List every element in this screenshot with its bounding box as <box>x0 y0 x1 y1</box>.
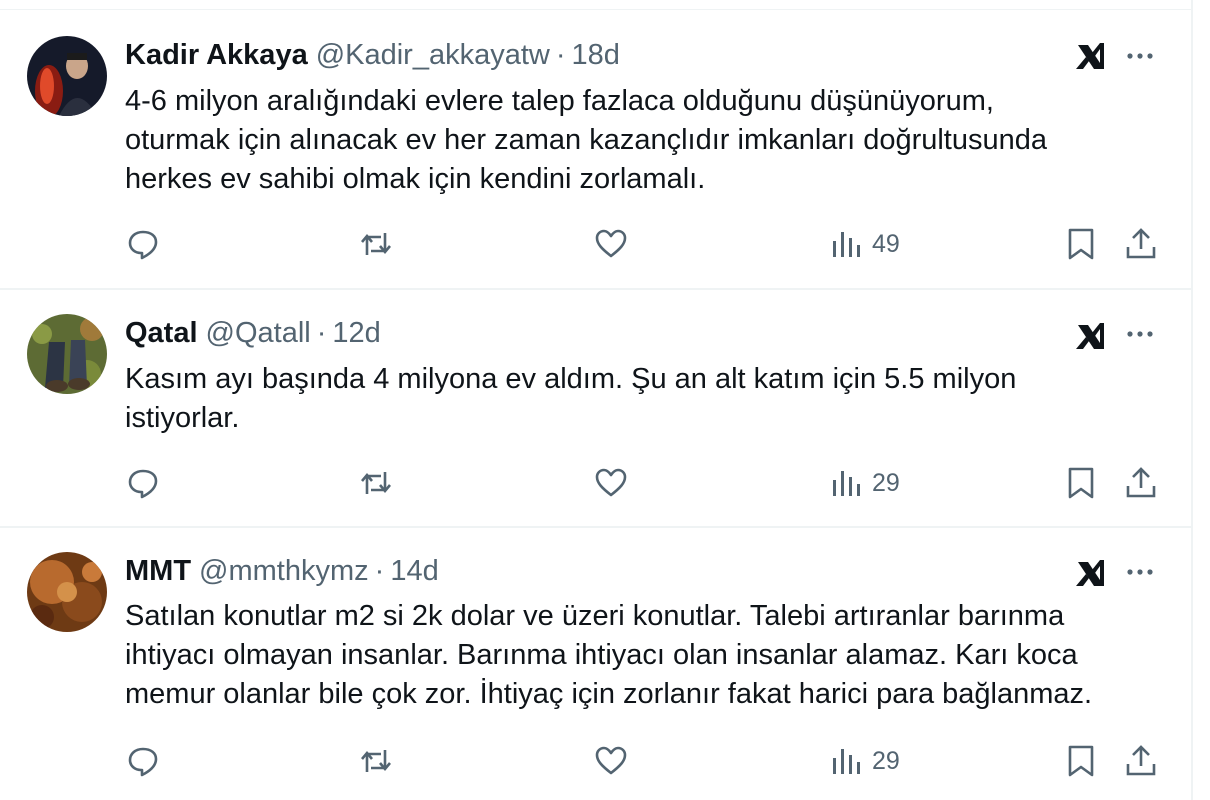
tweet[interactable]: Kadir Akkaya @Kadir_akkayatw · 18d 4-6 m… <box>0 10 1191 290</box>
author-handle[interactable]: @mmthkymz <box>199 555 369 588</box>
author-handle[interactable]: @Kadir_akkayatw <box>316 39 550 72</box>
top-divider <box>0 0 1191 10</box>
bookmark-icon <box>1064 466 1098 500</box>
share-icon <box>1124 466 1158 500</box>
reply-icon <box>126 744 160 778</box>
views-count: 49 <box>872 229 900 258</box>
author-handle[interactable]: @Qatall <box>206 317 311 350</box>
views-count: 29 <box>872 746 900 775</box>
repost-button[interactable] <box>359 741 393 781</box>
repost-button[interactable] <box>359 463 393 503</box>
reply-button[interactable] <box>126 463 160 503</box>
bookmark-icon <box>1064 227 1098 261</box>
grok-icon[interactable] <box>1074 319 1108 353</box>
reply-button[interactable] <box>126 741 160 781</box>
author-name[interactable]: Kadir Akkaya <box>125 39 308 72</box>
share-button[interactable] <box>1124 741 1158 781</box>
grok-icon[interactable] <box>1074 556 1108 590</box>
repost-button[interactable] <box>359 224 393 264</box>
like-icon <box>594 466 628 500</box>
more-icon[interactable] <box>1123 555 1157 589</box>
timeline: Kadir Akkaya @Kadir_akkayatw · 18d 4-6 m… <box>0 0 1193 800</box>
grok-icon[interactable] <box>1074 39 1108 73</box>
separator-dot: · <box>374 554 385 587</box>
tweet-time[interactable]: 12d <box>332 317 380 350</box>
like-icon <box>594 227 628 261</box>
separator-dot: · <box>316 316 327 349</box>
tweet-header: MMT @mmthkymz · 14d <box>125 553 439 589</box>
action-bar: 29 <box>0 741 1191 781</box>
views-button[interactable]: 49 <box>830 224 900 264</box>
reply-button[interactable] <box>126 224 160 264</box>
tweet-text: 4-6 milyon aralığındaki evlere talep faz… <box>125 85 1048 195</box>
action-bar: 29 <box>0 463 1191 503</box>
author-name[interactable]: Qatal <box>125 317 198 350</box>
views-count: 29 <box>872 468 900 497</box>
avatar[interactable] <box>27 552 107 632</box>
like-button[interactable] <box>594 224 628 264</box>
views-icon <box>830 466 864 500</box>
tweet[interactable]: MMT @mmthkymz · 14d Satılan konutlar m2 … <box>0 528 1191 800</box>
repost-icon <box>359 466 393 500</box>
repost-icon <box>359 744 393 778</box>
like-button[interactable] <box>594 741 628 781</box>
views-button[interactable]: 29 <box>830 463 900 503</box>
tweet-header: Qatal @Qatall · 12d <box>125 315 381 351</box>
tweet-text: Satılan konutlar m2 si 2k dolar ve üzeri… <box>125 600 1093 710</box>
share-button[interactable] <box>1124 224 1158 264</box>
bookmark-button[interactable] <box>1064 224 1098 264</box>
repost-icon <box>359 227 393 261</box>
reply-icon <box>126 227 160 261</box>
author-name[interactable]: MMT <box>125 555 191 588</box>
like-button[interactable] <box>594 463 628 503</box>
views-button[interactable]: 29 <box>830 741 900 781</box>
avatar[interactable] <box>27 36 107 116</box>
action-bar: 49 <box>0 224 1191 264</box>
separator-dot: · <box>555 38 566 71</box>
tweet[interactable]: Qatal @Qatall · 12d Kasım ayı başında 4 … <box>0 290 1191 528</box>
bookmark-button[interactable] <box>1064 741 1098 781</box>
views-icon <box>830 227 864 261</box>
bookmark-button[interactable] <box>1064 463 1098 503</box>
more-icon[interactable] <box>1123 317 1157 351</box>
tweet-text: Kasım ayı başında 4 milyona ev aldım. Şu… <box>125 363 1017 434</box>
like-icon <box>594 744 628 778</box>
more-icon[interactable] <box>1123 39 1157 73</box>
views-icon <box>830 744 864 778</box>
bookmark-icon <box>1064 744 1098 778</box>
tweet-time[interactable]: 18d <box>572 39 620 72</box>
share-icon <box>1124 227 1158 261</box>
reply-icon <box>126 466 160 500</box>
avatar[interactable] <box>27 314 107 394</box>
tweet-time[interactable]: 14d <box>390 555 438 588</box>
share-icon <box>1124 744 1158 778</box>
share-button[interactable] <box>1124 463 1158 503</box>
tweet-header: Kadir Akkaya @Kadir_akkayatw · 18d <box>125 37 620 73</box>
